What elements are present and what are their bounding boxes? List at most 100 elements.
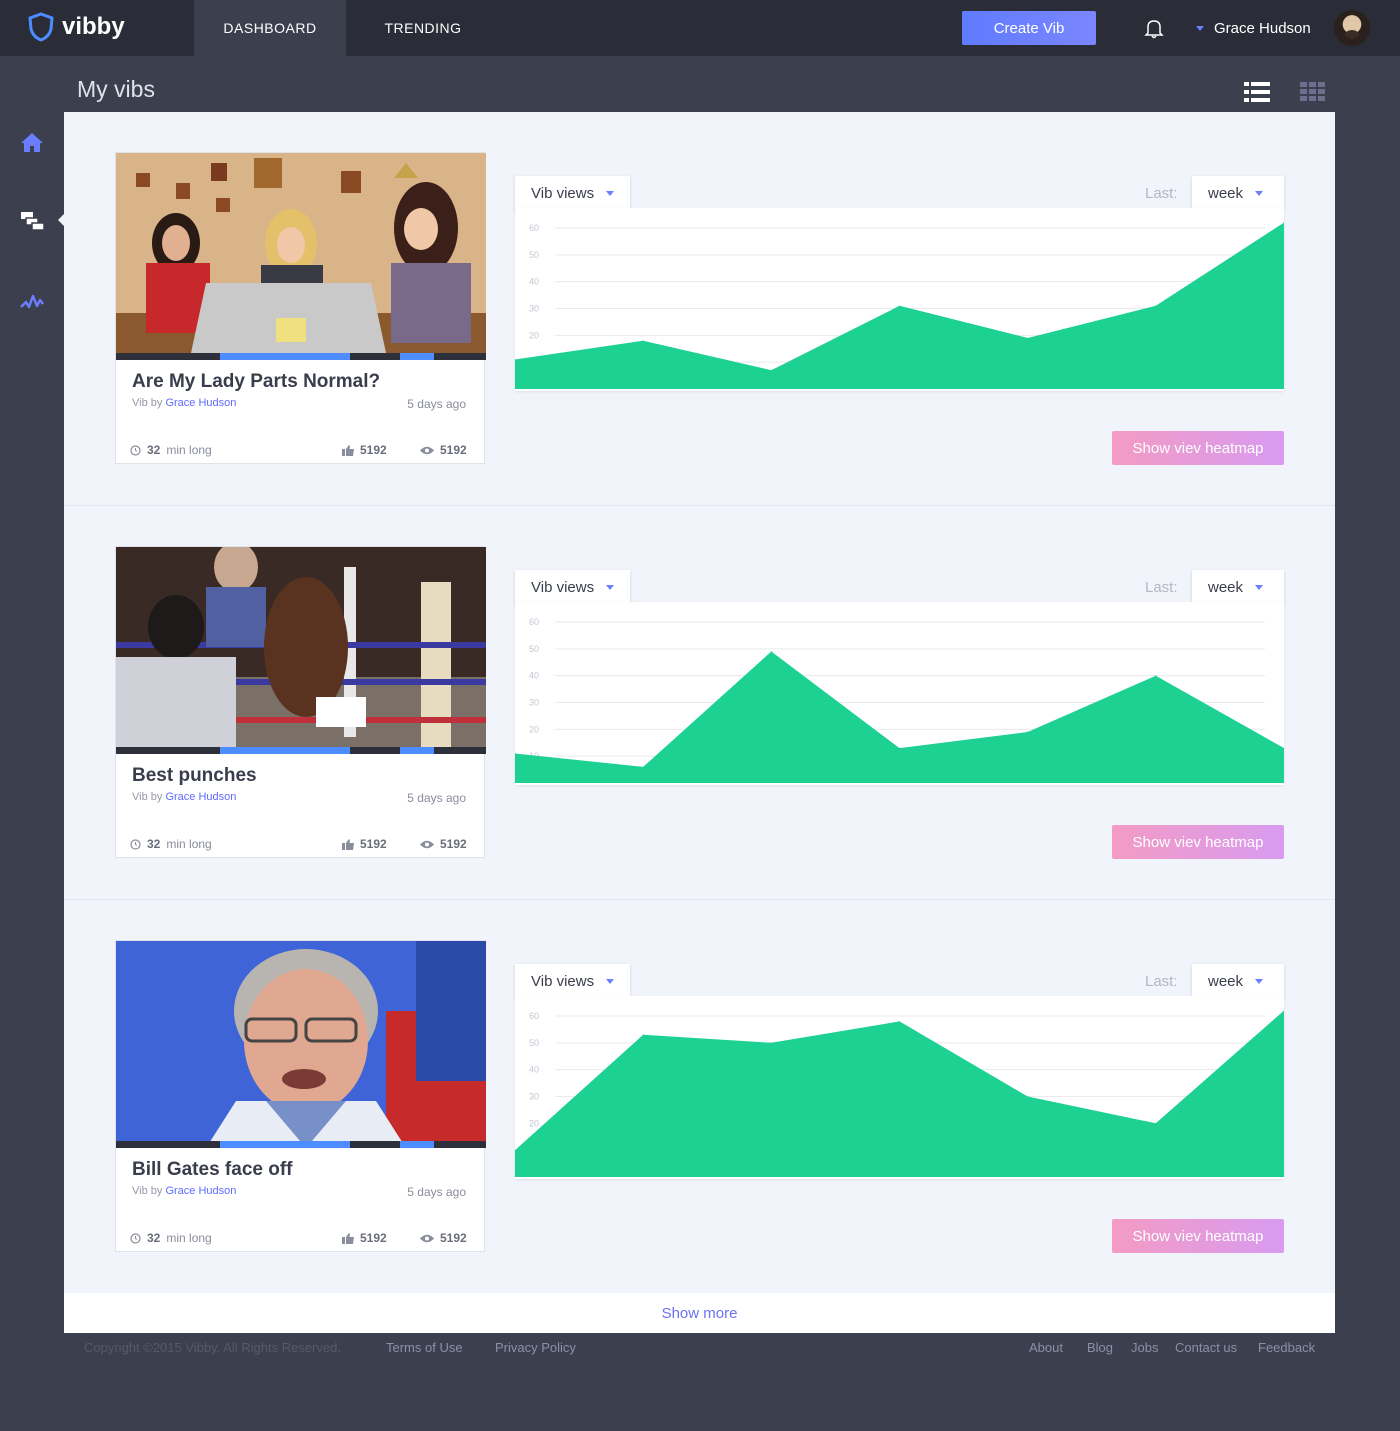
vib-title[interactable]: Bill Gates face off [132,1159,293,1181]
vib-views: 5192 [420,837,467,851]
author-link[interactable]: Grace Hudson [165,791,236,803]
show-heatmap-button[interactable]: Show viev heatmap [1112,431,1284,465]
user-name: Grace Hudson [1214,19,1311,37]
footer-link-about[interactable]: About [1029,1340,1063,1355]
period-label: week [1208,972,1244,990]
views-chart-box: Vib views Last: week 102030405060 [514,176,1285,391]
eye-icon [420,1234,434,1242]
author-link[interactable]: Grace Hudson [165,397,236,409]
thumbs-up-icon [342,444,354,456]
vib-author-line: Vib by Grace Hudson [132,791,236,803]
vib-row: Are My Lady Parts Normal? Vib by Grace H… [64,112,1335,506]
show-heatmap-button[interactable]: Show viev heatmap [1112,1219,1284,1253]
footer-link-privacy[interactable]: Privacy Policy [495,1340,576,1355]
tab-trending[interactable]: TRENDING [346,0,500,56]
show-more-button[interactable]: Show more [64,1293,1335,1333]
thumbs-up-icon [342,1232,354,1244]
y-tick-label: 50 [529,250,539,260]
list-view-icon[interactable] [1244,82,1270,107]
metric-dropdown[interactable]: Vib views [515,176,631,210]
vib-card[interactable]: Bill Gates face off Vib by Grace Hudson … [115,940,486,1252]
footer-link-feedback[interactable]: Feedback [1258,1340,1315,1355]
data-point [1155,675,1157,677]
chevron-down-icon [606,584,615,590]
last-label: Last: [1145,185,1178,202]
vib-card[interactable]: Best punches Vib by Grace Hudson 5 days … [115,546,486,858]
clock-icon [130,444,141,456]
views-chart-box: Vib views Last: week 102030405060 [514,964,1285,1179]
data-point [642,1034,644,1036]
chevron-down-icon [606,978,615,984]
data-point [642,766,644,768]
vib-date: 5 days ago [407,397,466,411]
vib-card[interactable]: Are My Lady Parts Normal? Vib by Grace H… [115,152,486,464]
app-logo[interactable]: vibby [28,12,125,42]
activity-icon[interactable] [20,292,44,317]
avatar[interactable] [1334,10,1370,46]
vib-row: Best punches Vib by Grace Hudson 5 days … [64,506,1335,900]
y-tick-label: 50 [529,1038,539,1048]
footer-link-jobs[interactable]: Jobs [1131,1340,1158,1355]
y-tick-label: 40 [529,1065,539,1075]
video-thumbnail[interactable] [116,941,486,1148]
video-thumbnail[interactable] [116,153,486,360]
chevron-down-icon [1255,190,1264,196]
length-value: 32 [147,443,161,457]
show-heatmap-button[interactable]: Show viev heatmap [1112,825,1284,859]
period-dropdown[interactable]: week [1192,570,1284,604]
last-label: Last: [1145,973,1178,990]
views-area-series [515,651,1284,783]
vib-title[interactable]: Are My Lady Parts Normal? [132,371,380,393]
my-vibs-icon[interactable] [20,210,45,237]
watch-progress-bar [116,1141,486,1148]
y-tick-label: 20 [529,1118,539,1128]
y-tick-label: 60 [529,617,539,627]
y-tick-label: 30 [529,1092,539,1102]
watch-progress-bar [116,747,486,754]
metric-dropdown[interactable]: Vib views [515,570,631,604]
home-icon[interactable] [20,132,44,159]
data-point [770,651,772,653]
top-bar: vibby DASHBOARD TRENDING Create Vib Grac… [0,0,1400,56]
views-count: 5192 [440,837,467,851]
y-tick-label: 20 [529,330,539,340]
author-link[interactable]: Grace Hudson [165,1185,236,1197]
data-point [899,1020,900,1022]
views-chart-box: Vib views Last: week 102030405060 [514,570,1285,785]
vib-row: Bill Gates face off Vib by Grace Hudson … [64,900,1335,1294]
vibby-logo-icon [28,12,54,42]
vib-likes: 5192 [342,837,387,851]
footer-link-blog[interactable]: Blog [1087,1340,1113,1355]
y-tick-label: 50 [529,644,539,654]
metric-label: Vib views [531,184,595,202]
footer-link-terms[interactable]: Terms of Use [386,1340,463,1355]
length-unit: min long [166,1231,212,1245]
period-dropdown[interactable]: week [1192,176,1284,210]
views-area-series [515,1010,1284,1177]
data-point [1027,731,1029,733]
grid-view-icon[interactable] [1300,82,1326,107]
data-point [1027,1096,1029,1097]
footer-link-contact[interactable]: Contact us [1175,1340,1237,1355]
create-vib-button[interactable]: Create Vib [962,11,1096,45]
video-thumbnail[interactable] [116,547,486,754]
clock-icon [130,838,141,850]
page-title: My vibs [77,76,155,102]
metric-dropdown[interactable]: Vib views [515,964,631,998]
chevron-down-icon [1196,25,1204,31]
chevron-down-icon [1255,978,1264,984]
thumbs-up-icon [342,838,354,850]
vib-length: 32 min long [130,837,212,851]
metric-label: Vib views [531,972,595,990]
vib-title[interactable]: Best punches [132,765,257,787]
views-count: 5192 [440,1231,467,1245]
tab-dashboard[interactable]: DASHBOARD [194,0,346,56]
length-unit: min long [166,837,212,851]
period-dropdown[interactable]: week [1192,964,1284,998]
vibs-panel: Are My Lady Parts Normal? Vib by Grace H… [64,112,1335,1333]
likes-count: 5192 [360,1231,387,1245]
likes-count: 5192 [360,837,387,851]
notifications-bell-icon[interactable] [1143,17,1165,44]
y-tick-label: 30 [529,698,539,708]
user-menu[interactable]: Grace Hudson [1196,0,1311,56]
